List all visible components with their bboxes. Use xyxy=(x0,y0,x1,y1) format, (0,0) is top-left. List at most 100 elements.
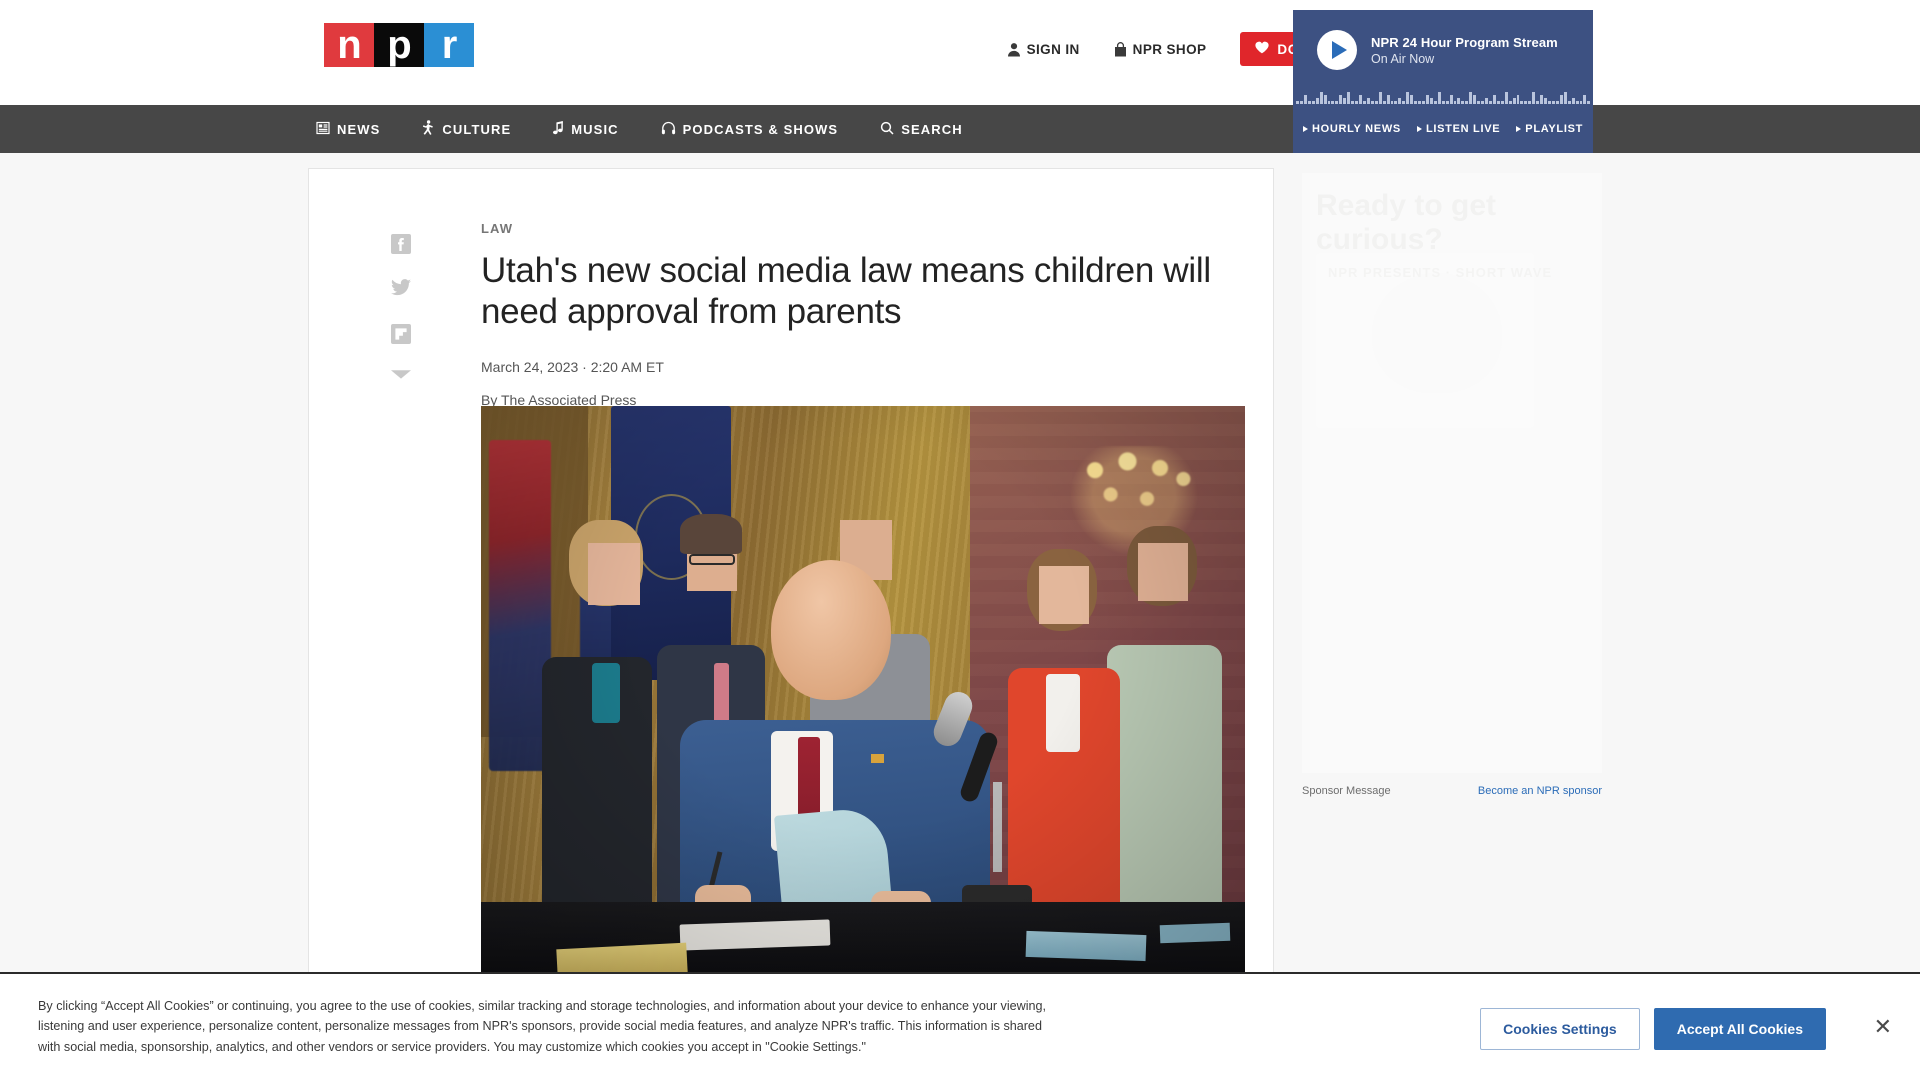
waveform-bar xyxy=(1366,98,1370,104)
waveform-bar xyxy=(1445,101,1449,104)
waveform-bar xyxy=(1335,101,1339,104)
email-icon[interactable] xyxy=(391,369,411,389)
waveform-bar xyxy=(1485,98,1488,104)
nav-item-search[interactable]: SEARCH xyxy=(880,121,963,138)
player-subtitle: On Air Now xyxy=(1371,51,1435,66)
waveform-bar xyxy=(1319,92,1323,104)
waveform-bar xyxy=(1386,95,1390,104)
waveform-bar xyxy=(1512,98,1516,104)
audio-waveform xyxy=(1293,84,1593,106)
heart-icon xyxy=(1255,41,1269,57)
user-icon xyxy=(1007,42,1021,57)
cookie-consent-banner: By clicking “Accept All Cookies” or cont… xyxy=(0,972,1920,1080)
waveform-bar xyxy=(1492,95,1496,104)
play-icon xyxy=(1516,126,1522,132)
hourly-news-link[interactable]: HOURLY NEWS xyxy=(1302,123,1401,135)
player-title: NPR 24 Hour Program Stream xyxy=(1371,34,1558,50)
ad-subtitle: NPR PRESENTS · SHORT WAVE xyxy=(1328,265,1553,280)
nav-label-search: SEARCH xyxy=(901,121,963,137)
waveform-bar xyxy=(1355,101,1358,104)
waveform-bar xyxy=(1504,92,1508,104)
waveform-bar xyxy=(1583,95,1587,104)
flipboard-icon[interactable] xyxy=(391,324,411,344)
advertisement[interactable]: Ready to get curious? NPR PRESENTS · SHO… xyxy=(1302,173,1602,773)
play-icon xyxy=(1331,41,1347,59)
waveform-bar xyxy=(1378,92,1382,104)
waveform-bar xyxy=(1311,101,1315,104)
waveform-bar xyxy=(1303,95,1307,104)
waveform-bar xyxy=(1488,101,1492,104)
waveform-bar xyxy=(1567,101,1571,104)
ad-headline: Ready to get curious? xyxy=(1316,189,1497,256)
play-button[interactable] xyxy=(1317,30,1357,70)
live-stream-player[interactable]: NPR 24 Hour Program Stream On Air Now xyxy=(1293,10,1593,106)
nav-item-news[interactable]: NEWS xyxy=(316,121,380,138)
waveform-bar xyxy=(1331,101,1335,104)
person-dancing-icon xyxy=(422,120,435,138)
cookies-settings-button[interactable]: Cookies Settings xyxy=(1480,1008,1640,1050)
waveform-bar xyxy=(1587,101,1591,104)
become-sponsor-link[interactable]: Become an NPR sponsor xyxy=(1478,785,1602,797)
logo-letter-p: p xyxy=(374,23,424,67)
waveform-bar xyxy=(1457,98,1461,104)
waveform-bar xyxy=(1327,101,1331,104)
waveform-bar xyxy=(1473,95,1477,104)
npr-shop-label: NPR SHOP xyxy=(1132,41,1207,57)
sponsor-message-label: Sponsor Message xyxy=(1302,785,1391,797)
search-icon xyxy=(880,121,894,138)
sponsor-bar: Sponsor Message Become an NPR sponsor xyxy=(1302,785,1602,797)
waveform-bar xyxy=(1532,92,1536,104)
waveform-bar xyxy=(1425,95,1429,104)
waveform-bar xyxy=(1315,98,1319,104)
share-rail xyxy=(391,234,411,389)
article-header: LAW Utah's new social media law means ch… xyxy=(481,221,1241,408)
npr-shop-link[interactable]: NPR SHOP xyxy=(1114,42,1207,57)
waveform-bar xyxy=(1398,98,1402,104)
waveform-bar xyxy=(1516,95,1520,104)
nav-audio-links: HOURLY NEWS LISTEN LIVE PLAYLIST xyxy=(1293,105,1593,153)
waveform-bar xyxy=(1410,95,1414,104)
waveform-bar xyxy=(1362,101,1366,104)
logo-letter-n: n xyxy=(324,23,374,67)
cookie-actions: Cookies Settings Accept All Cookies xyxy=(1480,1008,1826,1050)
waveform-bar xyxy=(1548,101,1551,104)
waveform-bar xyxy=(1433,101,1437,104)
close-icon[interactable]: ✕ xyxy=(1874,1016,1892,1038)
article-kicker[interactable]: LAW xyxy=(481,221,1241,236)
npr-logo[interactable]: n p r xyxy=(324,23,476,67)
waveform-bar xyxy=(1437,92,1441,104)
nav-item-podcasts-shows[interactable]: PODCASTS & SHOWS xyxy=(661,121,839,138)
nav-item-culture[interactable]: CULTURE xyxy=(422,120,511,138)
sign-in-link[interactable]: SIGN IN xyxy=(1007,42,1080,57)
waveform-bar xyxy=(1544,98,1547,104)
waveform-bar xyxy=(1406,92,1410,104)
photo-vignette xyxy=(481,406,1245,976)
twitter-icon[interactable] xyxy=(391,279,411,299)
page-title: Utah's new social media law means childr… xyxy=(481,251,1211,332)
accept-all-cookies-button[interactable]: Accept All Cookies xyxy=(1653,1008,1826,1050)
sign-in-label: SIGN IN xyxy=(1026,41,1080,57)
playlist-link[interactable]: PLAYLIST xyxy=(1516,123,1583,135)
lead-photo xyxy=(481,406,1245,976)
waveform-bar xyxy=(1370,101,1374,104)
waveform-bar xyxy=(1374,101,1378,104)
waveform-bar xyxy=(1496,101,1500,104)
waveform-bar xyxy=(1469,92,1473,104)
shopping-bag-icon xyxy=(1114,41,1127,57)
waveform-bar xyxy=(1477,101,1481,104)
nav-items: NEWS CULTURE MUSIC PODCASTS & SHOWS SEAR… xyxy=(316,105,1005,153)
nav-label-music: MUSIC xyxy=(571,121,619,137)
nav-label-culture: CULTURE xyxy=(442,121,512,137)
main-navigation: NEWS CULTURE MUSIC PODCASTS & SHOWS SEAR… xyxy=(0,105,1920,153)
facebook-icon[interactable] xyxy=(391,234,411,254)
player-text: NPR 24 Hour Program Stream On Air Now xyxy=(1371,35,1558,66)
nav-item-music[interactable]: MUSIC xyxy=(553,120,619,138)
listen-live-link[interactable]: LISTEN LIVE xyxy=(1416,123,1500,135)
publish-date: March 24, 2023 · 2:20 AM ET xyxy=(481,358,664,375)
waveform-bar xyxy=(1524,101,1528,104)
headphones-icon xyxy=(661,121,676,138)
waveform-bar xyxy=(1540,95,1544,104)
waveform-bar xyxy=(1441,101,1445,104)
ad-illustration xyxy=(1372,273,1502,393)
waveform-bar xyxy=(1351,101,1355,104)
